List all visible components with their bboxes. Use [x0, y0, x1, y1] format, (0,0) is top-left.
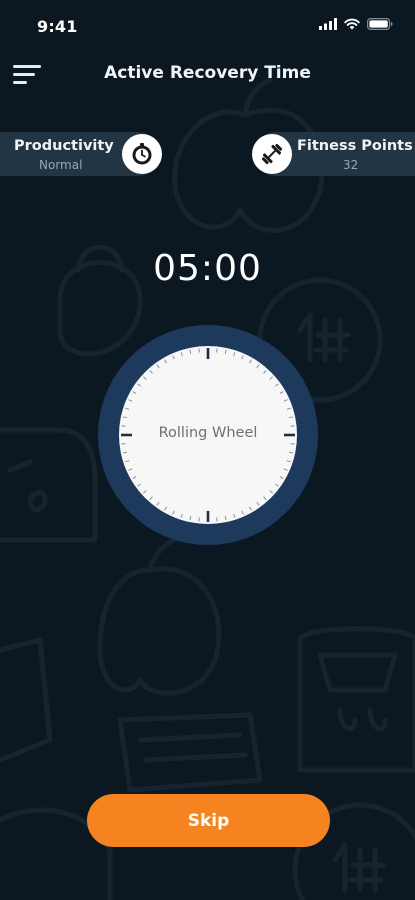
dial-minor-tick	[263, 370, 267, 374]
dial-minor-tick	[149, 370, 153, 374]
dial-minor-tick	[286, 460, 291, 463]
dial-minor-tick	[224, 349, 227, 354]
dial-minor-tick	[283, 399, 288, 402]
dial-minor-tick	[274, 383, 279, 387]
productivity-value: Normal	[39, 158, 83, 172]
dial-minor-tick	[156, 501, 160, 506]
dial-minor-tick	[180, 352, 183, 357]
status-time: 9:41	[37, 17, 78, 36]
status-icons	[319, 18, 393, 30]
dial-minor-tick	[137, 483, 142, 487]
productivity-icon-button[interactable]	[122, 134, 162, 174]
dial-minor-tick	[128, 399, 133, 402]
dial-minor-tick	[180, 513, 183, 518]
fitness-points-value: 32	[343, 158, 359, 172]
dial-minor-tick	[289, 416, 294, 419]
dial-minor-tick	[132, 476, 137, 479]
dial-minor-tick	[269, 376, 273, 380]
dial-minor-tick	[149, 496, 153, 500]
dial-minor-tick	[125, 407, 130, 410]
dial-minor-tick	[263, 496, 267, 500]
dial-minor-tick	[224, 516, 227, 521]
fitness-points-icon-button[interactable]	[252, 134, 292, 174]
dial-minor-tick	[233, 352, 236, 357]
cellular-signal-icon	[319, 18, 337, 30]
exercise-name: Rolling Wheel	[158, 425, 258, 441]
wifi-icon	[344, 18, 360, 30]
dial-minor-tick	[172, 355, 175, 360]
fitness-points-label: Fitness Points	[297, 138, 413, 154]
dial-minor-tick	[233, 513, 236, 518]
dial-minor-tick	[125, 460, 130, 463]
status-bar: 9:41	[0, 0, 415, 52]
dial-minor-tick	[283, 468, 288, 471]
dial-minor-tick	[286, 407, 291, 410]
dial-minor-tick	[164, 359, 167, 364]
dial-minor-tick	[269, 490, 273, 494]
dial-minor-tick	[122, 416, 127, 419]
productivity-stat: Productivity Normal	[0, 132, 162, 176]
dial-minor-tick	[156, 364, 160, 369]
dial-minor-tick	[172, 510, 175, 515]
dial-minor-tick	[289, 451, 294, 454]
skip-button[interactable]: Skip	[87, 794, 330, 847]
dial-minor-tick	[122, 451, 127, 454]
dial-minor-tick	[256, 501, 260, 506]
dial-minor-tick	[128, 468, 133, 471]
dial-minor-tick	[164, 506, 167, 511]
battery-icon	[367, 18, 393, 30]
dial-minor-tick	[137, 383, 142, 387]
stopwatch-icon	[132, 143, 152, 165]
dial-minor-tick	[241, 510, 244, 515]
dial-minor-tick	[132, 391, 137, 394]
app-header: Active Recovery Time	[0, 52, 415, 98]
dumbbell-icon	[261, 143, 283, 165]
dial-minor-tick	[143, 376, 147, 380]
dial-minor-tick	[241, 355, 244, 360]
countdown-timer: 05:00	[153, 248, 262, 289]
productivity-label: Productivity	[14, 138, 114, 154]
dial-minor-tick	[249, 359, 252, 364]
dial-minor-tick	[279, 476, 284, 479]
dial-minor-tick	[274, 483, 279, 487]
fitness-points-stat: Fitness Points 32	[252, 132, 415, 176]
dial-minor-tick	[279, 391, 284, 394]
dial-minor-tick	[256, 364, 260, 369]
dial-minor-tick	[143, 490, 147, 494]
dial-minor-tick	[189, 516, 192, 521]
dial-minor-tick	[189, 349, 192, 354]
dial-minor-tick	[249, 506, 252, 511]
page-title: Active Recovery Time	[104, 63, 311, 83]
